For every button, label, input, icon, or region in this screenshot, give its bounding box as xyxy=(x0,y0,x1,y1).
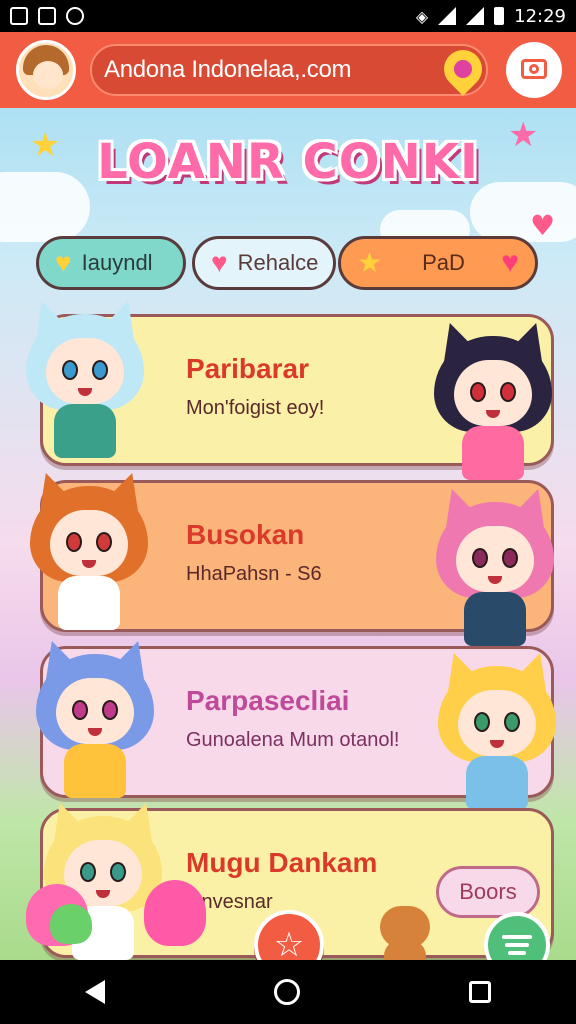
card-subtitle: Mon'foigist eoy! xyxy=(186,397,325,419)
camera-button[interactable] xyxy=(506,42,562,98)
character-avatar xyxy=(24,466,154,638)
character-avatar xyxy=(30,634,160,806)
dog-mascot-icon xyxy=(374,900,436,960)
avatar-face xyxy=(33,61,63,89)
status-time: 12:29 xyxy=(514,5,566,27)
heart-decoration-icon: ♥ xyxy=(530,209,556,242)
photo-icon xyxy=(38,7,56,25)
character-avatar xyxy=(430,482,560,654)
star-icon: ☆ xyxy=(273,925,305,960)
pink-creature-icon xyxy=(144,880,206,946)
card-title: Paribarar xyxy=(186,353,309,384)
notification-icon xyxy=(10,7,28,25)
home-icon[interactable] xyxy=(273,979,300,1005)
star-icon: ★ xyxy=(357,247,383,278)
heart-icon: ♥ xyxy=(211,247,228,278)
recents-icon[interactable] xyxy=(469,981,492,1003)
wifi-icon xyxy=(438,7,457,25)
card-title: Busokan xyxy=(186,519,305,550)
address-text: Andona Indonelaa,.com xyxy=(104,56,352,83)
camera-lens-icon xyxy=(529,64,539,74)
status-bar: ◈ 12:29 xyxy=(0,0,576,32)
signal-icon xyxy=(466,7,485,25)
profile-avatar[interactable] xyxy=(16,40,76,100)
tab-label: PaD xyxy=(422,250,465,275)
battery-icon xyxy=(494,7,505,25)
top-bar: Andona Indonelaa,.com xyxy=(0,32,576,108)
tab-rehalce[interactable]: ♥ Rehalce xyxy=(192,236,336,290)
system-nav-bar xyxy=(0,960,576,1024)
heart-icon: ♥ xyxy=(501,246,519,279)
boors-button[interactable]: Boors xyxy=(436,866,540,918)
character-avatar xyxy=(428,316,558,488)
tab-label: Iauyndl xyxy=(81,250,153,275)
banner-title: LOANR CONKI xyxy=(97,134,479,190)
app-screen: Andona Indonelaa,.com ★ ★ ♥ LOANR CONKI … xyxy=(0,32,576,960)
vibrate-icon: ◈ xyxy=(415,6,429,26)
gear-icon xyxy=(66,7,84,25)
tab-pad[interactable]: ★ PaD ♥ xyxy=(338,236,538,290)
back-icon[interactable] xyxy=(84,980,105,1004)
card-title: Parpasecliai xyxy=(186,685,350,716)
cloud-decoration xyxy=(470,182,576,242)
card-subtitle: Gunoalena Mum otanol! xyxy=(186,729,400,751)
tab-label: Rehalce xyxy=(237,250,319,275)
green-creature-icon xyxy=(50,904,92,944)
character-avatar xyxy=(20,294,150,466)
card-subtitle: HhaPahsn - S6 xyxy=(186,563,322,585)
status-right-icons: ◈ 12:29 xyxy=(416,6,566,27)
heart-icon: ♥ xyxy=(55,247,72,278)
tab-iauyndl[interactable]: ♥ Iauyndl xyxy=(36,236,186,290)
card-title: Mugu Dankam xyxy=(186,847,378,878)
status-left-icons xyxy=(10,7,84,25)
character-avatar xyxy=(432,646,562,818)
